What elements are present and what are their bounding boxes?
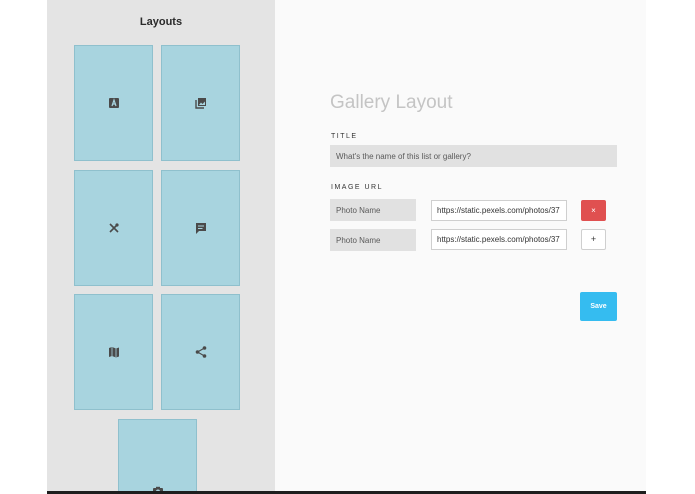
photo-name-input[interactable] bbox=[330, 229, 416, 251]
map-icon bbox=[107, 345, 121, 359]
image-url-label: IMAGE URL bbox=[331, 184, 384, 191]
page: Layouts Gallery Layout TITLE What's the … bbox=[0, 0, 695, 494]
camera-icon bbox=[151, 484, 165, 491]
photo-name-input[interactable] bbox=[330, 199, 416, 221]
add-row-button[interactable]: + bbox=[581, 229, 606, 250]
remove-row-button[interactable]: × bbox=[581, 200, 606, 221]
photo-library-icon bbox=[194, 96, 208, 110]
main-panel: Gallery Layout TITLE IMAGE URL × + Save bbox=[275, 0, 646, 491]
title-input[interactable] bbox=[330, 145, 617, 167]
layout-tile-gallery[interactable] bbox=[161, 45, 240, 161]
layouts-sidebar: Layouts bbox=[47, 0, 275, 491]
layout-tile-chat[interactable] bbox=[161, 170, 240, 286]
layout-tile-text[interactable] bbox=[74, 45, 153, 161]
chat-icon bbox=[194, 221, 208, 235]
share-icon bbox=[194, 345, 208, 359]
image-url-input[interactable] bbox=[431, 200, 567, 221]
save-button[interactable]: Save bbox=[580, 292, 617, 321]
sidebar-title: Layouts bbox=[139, 16, 183, 28]
title-label: TITLE bbox=[331, 133, 358, 140]
page-title: Gallery Layout bbox=[330, 92, 453, 113]
layout-tile-camera[interactable] bbox=[118, 419, 197, 491]
layout-tile-share[interactable] bbox=[161, 294, 240, 410]
layout-tile-restaurant[interactable] bbox=[74, 170, 153, 286]
text-icon bbox=[107, 96, 121, 110]
restaurant-icon bbox=[107, 221, 121, 235]
image-url-input[interactable] bbox=[431, 229, 567, 250]
layout-tile-map[interactable] bbox=[74, 294, 153, 410]
